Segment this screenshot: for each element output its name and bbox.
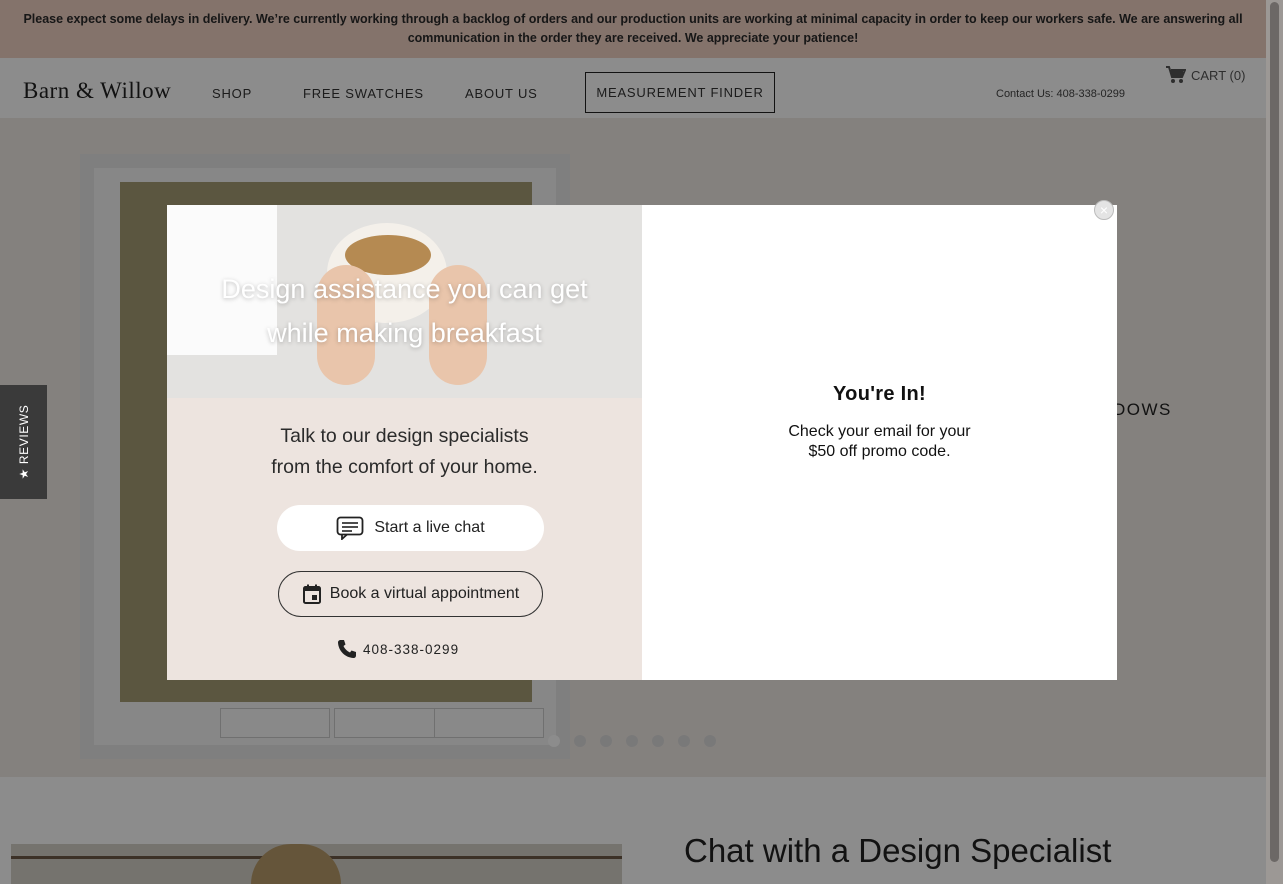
chat-bubble-icon	[336, 516, 364, 540]
start-live-chat-label: Start a live chat	[374, 519, 485, 536]
talk-line-1: Talk to our design specialists	[280, 425, 529, 447]
promo-modal: Design assistance you can get while maki…	[167, 200, 1117, 680]
confirmation-line-2: $50 off promo code.	[808, 443, 951, 460]
modal-phone-number: 408-338-0299	[363, 641, 460, 657]
photo-title-line-2: while making breakfast	[267, 318, 542, 348]
breakfast-photo: Design assistance you can get while maki…	[167, 205, 642, 398]
reviews-tab-label: ★ REVIEWS	[16, 404, 31, 480]
close-icon[interactable]: ×	[1094, 200, 1114, 220]
scrollbar-thumb[interactable]	[1270, 2, 1279, 862]
talk-line-2: from the comfort of your home.	[271, 456, 538, 478]
calendar-icon	[302, 584, 321, 604]
photo-title: Design assistance you can get while maki…	[167, 267, 642, 355]
page-scrollbar[interactable]	[1266, 0, 1283, 884]
modal-right-panel: You're In! Check your email for your $50…	[642, 205, 1117, 680]
reviews-tab[interactable]: ★ REVIEWS	[0, 385, 47, 499]
book-virtual-appointment-label: Book a virtual appointment	[329, 585, 520, 602]
photo-title-line-1: Design assistance you can get	[221, 274, 588, 304]
confirmation-line-1: Check your email for your	[788, 423, 971, 440]
confirmation-title: You're In!	[833, 383, 926, 405]
talk-text: Talk to our design specialists from the …	[167, 421, 642, 483]
modal-left-panel: Design assistance you can get while maki…	[167, 205, 642, 680]
phone-icon	[338, 640, 356, 658]
book-virtual-appointment-button[interactable]: Book a virtual appointment	[278, 571, 543, 617]
start-live-chat-button[interactable]: Start a live chat	[277, 505, 544, 551]
confirmation-message: Check your email for your $50 off promo …	[642, 422, 1117, 462]
modal-phone-link[interactable]: 408-338-0299	[337, 639, 459, 659]
